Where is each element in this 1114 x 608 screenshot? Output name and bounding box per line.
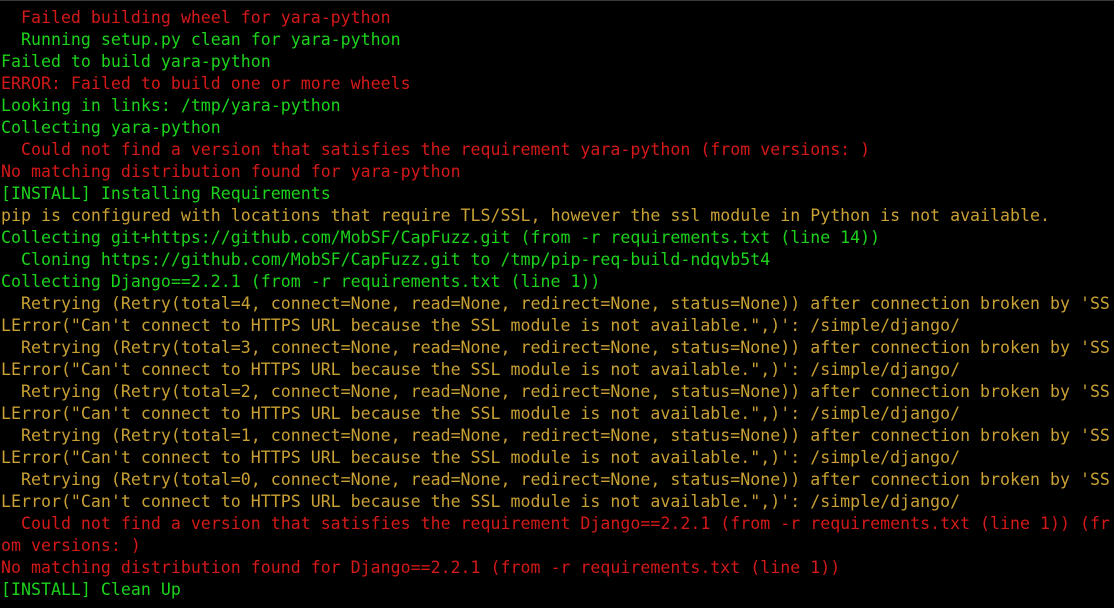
terminal-line: Could not find a version that satisfies … xyxy=(1,140,871,159)
terminal-line: LError("Can't connect to HTTPS URL becau… xyxy=(1,448,961,467)
terminal-line: pip is configured with locations that re… xyxy=(1,206,1050,225)
terminal-line: Retrying (Retry(total=3, connect=None, r… xyxy=(1,338,1110,357)
terminal-line: Cloning https://github.com/MobSF/CapFuzz… xyxy=(1,250,771,269)
terminal-line: Retrying (Retry(total=4, connect=None, r… xyxy=(1,294,1110,313)
terminal-line: Collecting yara-python xyxy=(1,118,221,137)
terminal-line: Retrying (Retry(total=2, connect=None, r… xyxy=(1,382,1110,401)
terminal-line: Could not find a version that satisfies … xyxy=(1,514,1110,533)
terminal-line: Failed building wheel for yara-python xyxy=(1,8,391,27)
terminal-line: Retrying (Retry(total=1, connect=None, r… xyxy=(1,426,1110,445)
terminal-line: No matching distribution found for yara-… xyxy=(1,162,461,181)
terminal-line: [INSTALL] Installing Requirements xyxy=(1,184,331,203)
terminal-window[interactable]: Failed building wheel for yara-python Ru… xyxy=(0,0,1114,608)
terminal-line: LError("Can't connect to HTTPS URL becau… xyxy=(1,316,961,335)
terminal-output: Failed building wheel for yara-python Ru… xyxy=(1,7,1110,601)
terminal-line: Retrying (Retry(total=0, connect=None, r… xyxy=(1,470,1110,489)
terminal-line: Looking in links: /tmp/yara-python xyxy=(1,96,341,115)
terminal-line: LError("Can't connect to HTTPS URL becau… xyxy=(1,360,961,379)
terminal-line: ERROR: Failed to build one or more wheel… xyxy=(1,74,411,93)
terminal-line: No matching distribution found for Djang… xyxy=(1,558,841,577)
terminal-line: Failed to build yara-python xyxy=(1,52,271,71)
terminal-line: Running setup.py clean for yara-python xyxy=(1,30,401,49)
terminal-line: [INSTALL] Clean Up xyxy=(1,580,181,599)
terminal-line: Collecting git+https://github.com/MobSF/… xyxy=(1,228,881,247)
terminal-line: om versions: ) xyxy=(1,536,141,555)
terminal-line: LError("Can't connect to HTTPS URL becau… xyxy=(1,492,961,511)
terminal-line: LError("Can't connect to HTTPS URL becau… xyxy=(1,404,961,423)
terminal-line: Collecting Django==2.2.1 (from -r requir… xyxy=(1,272,601,291)
